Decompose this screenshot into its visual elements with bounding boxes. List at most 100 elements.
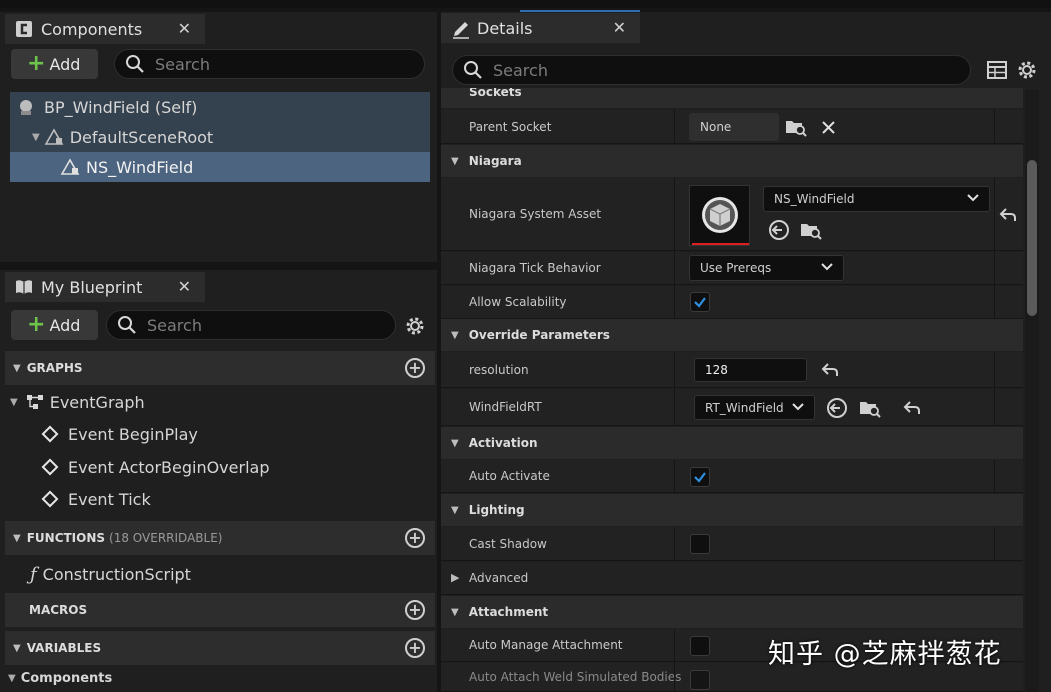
column-divider (994, 389, 995, 425)
category-override-parameters[interactable]: ▼ Override Parameters (441, 319, 1023, 351)
blueprint-add-button[interactable]: + Add (11, 310, 98, 340)
section-graphs[interactable]: ▼ GRAPHS + (5, 351, 435, 385)
niagara-asset-dropdown[interactable]: NS_WindField (763, 186, 990, 212)
asset-thumbnail[interactable] (689, 185, 750, 246)
details-scrollbar-thumb[interactable] (1027, 160, 1037, 316)
row-label: Niagara Tick Behavior (469, 261, 601, 275)
book-icon (15, 278, 33, 296)
tree-item-self[interactable]: BP_WindField (Self) (10, 92, 430, 122)
expand-arrow-icon: ▼ (8, 672, 16, 684)
gear-icon[interactable] (404, 315, 426, 337)
row-advanced[interactable]: ▶ Advanced (441, 562, 1023, 595)
expand-arrow-icon: ▼ (10, 396, 18, 408)
chevron-down-icon (967, 194, 979, 202)
browse-folder-icon[interactable] (800, 220, 822, 240)
event-item-actorbeginoverlap[interactable]: Event ActorBeginOverlap (41, 452, 270, 482)
close-icon[interactable]: ✕ (613, 18, 626, 37)
auto-manage-checkbox[interactable] (690, 636, 710, 656)
section-label: MACROS (29, 603, 88, 617)
input-value: 128 (705, 363, 728, 377)
dropdown-value: RT_WindField (705, 400, 784, 415)
tree-item-defaultsceneroot[interactable]: ▼ DefaultSceneRoot (10, 122, 430, 152)
column-divider (994, 178, 995, 250)
allow-scalability-checkbox[interactable] (690, 292, 710, 312)
search-placeholder: Search (147, 315, 202, 335)
components-search-input[interactable]: Search (114, 49, 425, 79)
function-label: ConstructionScript (42, 564, 191, 584)
row-label: WindFieldRT (469, 400, 542, 414)
row-label: Auto Manage Attachment (469, 638, 623, 652)
add-circle-icon[interactable]: + (405, 600, 425, 620)
windfieldrt-dropdown[interactable]: RT_WindField (694, 395, 815, 420)
asset-underline (692, 243, 749, 245)
parent-socket-field[interactable]: None (689, 113, 779, 141)
category-activation[interactable]: ▼ Activation (441, 427, 1023, 459)
tick-behavior-dropdown[interactable]: Use Prereqs (689, 255, 844, 281)
reset-arrow-icon[interactable] (821, 362, 839, 378)
column-divider (674, 110, 675, 143)
category-label: Components (20, 670, 113, 686)
variable-category-components[interactable]: ▼ Components (8, 667, 112, 689)
use-selected-icon[interactable] (768, 219, 790, 241)
components-tab-label: Components (41, 19, 143, 39)
column-divider (674, 663, 675, 691)
section-variables[interactable]: ▼ VARIABLES + (5, 631, 435, 665)
my-blueprint-tab[interactable]: My Blueprint ✕ (5, 272, 205, 302)
section-functions[interactable]: ▼ FUNCTIONS (18 OVERRIDABLE) + (5, 521, 435, 555)
column-divider (994, 110, 995, 143)
close-icon[interactable]: ✕ (178, 19, 191, 38)
row-auto-activate: Auto Activate (441, 460, 1023, 493)
category-niagara[interactable]: ▼ Niagara (441, 145, 1023, 177)
event-label: Event ActorBeginOverlap (68, 457, 270, 477)
details-search-input[interactable]: Search (452, 55, 971, 85)
column-divider (674, 352, 675, 387)
category-attachment[interactable]: ▼ Attachment (441, 596, 1023, 628)
browse-folder-icon[interactable] (785, 117, 807, 137)
tree-item-label: NS_WindField (86, 157, 194, 177)
function-item-constructionscript[interactable]: ƒ ConstructionScript (30, 559, 191, 589)
auto-weld-checkbox[interactable] (690, 670, 710, 690)
components-icon (15, 20, 33, 38)
cast-shadow-checkbox[interactable] (690, 534, 710, 554)
event-item-tick[interactable]: Event Tick (41, 484, 151, 514)
search-placeholder: Search (155, 54, 210, 74)
clear-icon[interactable] (821, 120, 836, 135)
add-circle-icon[interactable]: + (405, 528, 425, 548)
browse-folder-icon[interactable] (859, 398, 881, 418)
add-circle-icon[interactable]: + (405, 638, 425, 658)
components-add-button[interactable]: + Add (11, 49, 98, 79)
column-divider (674, 629, 675, 661)
niagara-system-icon (702, 197, 738, 233)
expand-arrow-icon: ▶ (451, 571, 460, 584)
search-icon (118, 316, 136, 334)
reset-arrow-icon[interactable] (903, 400, 921, 416)
category-sockets[interactable]: Sockets (441, 88, 1023, 108)
auto-activate-checkbox[interactable] (690, 467, 710, 487)
row-label: Parent Socket (469, 119, 552, 134)
resolution-input[interactable]: 128 (694, 358, 807, 382)
section-label: VARIABLES (26, 641, 102, 655)
column-divider (674, 178, 675, 250)
category-lighting[interactable]: ▼ Lighting (441, 494, 1023, 526)
event-item-beginplay[interactable]: Event BeginPlay (41, 419, 198, 449)
collapse-arrow-icon: ▼ (451, 504, 459, 516)
event-diamond-icon (41, 490, 59, 508)
blueprint-search-input[interactable]: Search (106, 310, 396, 340)
use-selected-icon[interactable] (826, 397, 848, 419)
search-icon (126, 55, 144, 73)
section-macros[interactable]: MACROS + (5, 593, 435, 627)
reset-arrow-icon[interactable] (999, 207, 1017, 223)
tree-item-ns-windfield[interactable]: NS_WindField (10, 152, 430, 182)
graph-item-eventgraph[interactable]: ▼ EventGraph (10, 387, 145, 417)
dropdown-value: Use Prereqs (700, 261, 772, 275)
details-tab[interactable]: Details ✕ (441, 13, 640, 43)
row-label: Niagara System Asset (469, 207, 602, 221)
gear-icon[interactable] (1016, 59, 1038, 81)
close-icon[interactable]: ✕ (178, 277, 191, 296)
watermark: 知乎 @芝麻拌葱花 (768, 639, 1002, 670)
components-tab[interactable]: Components ✕ (5, 14, 205, 44)
add-circle-icon[interactable]: + (405, 358, 425, 378)
column-divider (994, 252, 995, 284)
table-view-icon[interactable] (987, 60, 1007, 80)
column-divider (674, 460, 675, 492)
